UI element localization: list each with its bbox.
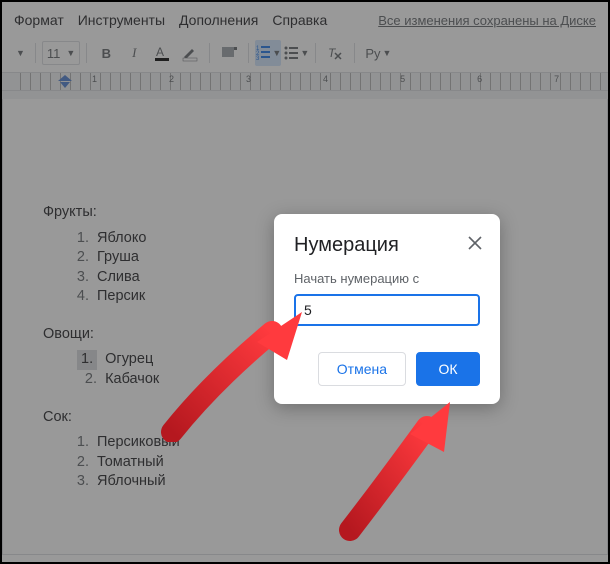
ok-button[interactable]: ОК [416,352,480,386]
text-color-icon: A [153,44,171,62]
menu-help[interactable]: Справка [272,12,327,28]
list-item: Томатный [93,453,567,473]
highlight-button[interactable] [177,40,203,66]
ruler[interactable]: 1234567 [2,73,608,91]
numbering-dialog: Нумерация Начать нумерацию с Отмена ОК [274,214,500,404]
paragraph-style-dropdown[interactable]: ▼ [10,41,29,65]
save-status[interactable]: Все изменения сохранены на Диске [378,13,596,28]
ruler-labels: 1234567 [20,74,559,84]
italic-button[interactable]: I [121,40,147,66]
bulleted-list-button[interactable]: ▼ [283,40,309,66]
bulleted-list-icon [283,44,298,62]
numbered-list-icon: 1 2 3 [255,44,270,62]
input-tools-label: Ру [365,46,380,61]
svg-text:A: A [156,45,164,59]
menu-format[interactable]: Формат [14,12,64,28]
list-item: Яблочный [93,472,567,492]
menu-addons[interactable]: Дополнения [179,12,258,28]
list-number-highlight: 1. [77,350,97,370]
start-at-input[interactable] [294,294,480,326]
start-at-label: Начать нумерацию с [294,271,480,286]
menu-bar: Формат Инструменты Дополнения Справка Вс… [2,2,608,36]
toolbar: ▼ 11 ▼ B I A 1 2 3 ▼ [2,36,608,73]
numbered-list-button[interactable]: 1 2 3 ▼ [255,40,281,66]
text-color-button[interactable]: A [149,40,175,66]
clear-formatting-button[interactable]: T [322,40,348,66]
clear-formatting-icon: T [326,44,344,62]
font-size-value: 11 [47,46,61,61]
section-heading: Сок: [43,408,567,428]
close-icon [468,236,482,250]
close-button[interactable] [464,232,486,254]
highlight-icon [181,44,199,62]
menu-tools[interactable]: Инструменты [78,12,165,28]
svg-text:3: 3 [256,56,260,62]
font-size-input[interactable]: 11 ▼ [42,41,80,65]
input-tools-button[interactable]: Ру▼ [361,40,395,66]
dialog-title: Нумерация [294,234,480,257]
cancel-button[interactable]: Отмена [318,352,406,386]
bold-button[interactable]: B [93,40,119,66]
image-icon [220,44,238,62]
list-item: Персиковый [93,433,567,453]
numbered-list: Персиковый Томатный Яблочный [43,433,567,492]
chevron-down-icon: ▼ [66,48,75,58]
insert-image-button[interactable] [216,40,242,66]
